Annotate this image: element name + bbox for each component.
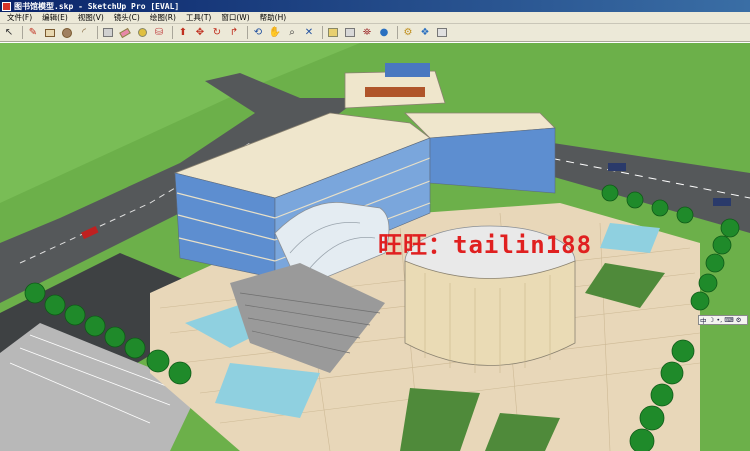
tree bbox=[676, 206, 694, 224]
toolbar-separator bbox=[247, 26, 248, 39]
tree bbox=[698, 273, 718, 293]
preview-google-earth-icon[interactable]: ⛯ bbox=[360, 26, 374, 40]
building-right-front bbox=[429, 127, 556, 194]
get-photo-texture-icon[interactable] bbox=[435, 26, 449, 40]
tree bbox=[601, 184, 619, 202]
tree bbox=[124, 337, 146, 359]
get-models-icon[interactable]: ● bbox=[377, 26, 391, 40]
toolbar-separator bbox=[172, 26, 173, 39]
sketchup-app-icon[interactable] bbox=[2, 1, 11, 11]
tree bbox=[705, 253, 725, 273]
tape-measure-icon[interactable] bbox=[135, 26, 149, 40]
car-dark bbox=[713, 198, 731, 206]
paint-bucket-icon[interactable]: ⛁ bbox=[152, 26, 166, 40]
tree bbox=[44, 294, 66, 316]
arc-icon[interactable]: ◜ bbox=[77, 26, 91, 40]
watermark-text: 旺旺：tailin188 bbox=[378, 231, 593, 259]
zoom-extents-icon[interactable]: ✕ bbox=[302, 26, 316, 40]
menu-view[interactable]: 视图(V) bbox=[74, 12, 110, 23]
menu-edit[interactable]: 编辑(E) bbox=[38, 12, 74, 23]
menu-tools[interactable]: 工具(T) bbox=[182, 12, 217, 23]
toolbar-separator bbox=[397, 26, 398, 39]
tree bbox=[690, 291, 710, 311]
tree bbox=[104, 326, 126, 348]
menu-camera[interactable]: 镜头(C) bbox=[110, 12, 146, 23]
eraser-icon[interactable] bbox=[118, 26, 132, 40]
tree bbox=[720, 218, 740, 238]
ime-mode-label[interactable]: 中 bbox=[700, 315, 707, 325]
tree bbox=[712, 235, 732, 255]
tree bbox=[660, 361, 684, 385]
tree bbox=[651, 199, 669, 217]
toolbar-separator bbox=[322, 26, 323, 39]
follow-me-icon[interactable]: ↱ bbox=[227, 26, 241, 40]
menu-help[interactable]: 帮助(H) bbox=[256, 12, 293, 23]
circle-icon[interactable] bbox=[60, 26, 74, 40]
toolbar: ↖ ✎ ◜ ⛁ ⬆ ✥ ↻ ↱ ⟲ ✋ ⌕ ✕ ⛯ ● ⚙ ❖ bbox=[0, 24, 750, 42]
orbit-icon[interactable]: ⟲ bbox=[251, 26, 265, 40]
tree bbox=[626, 191, 644, 209]
model-scene bbox=[0, 43, 750, 451]
menu-bar: 文件(F) 编辑(E) 视图(V) 镜头(C) 绘图(R) 工具(T) 窗口(W… bbox=[0, 12, 750, 24]
title-bar: 图书馆模型.skp - SketchUp Pro [EVAL] bbox=[0, 0, 750, 12]
tree bbox=[639, 405, 665, 431]
ime-language-bar[interactable]: 中 ☽ •, ⌨ ⚙ bbox=[698, 315, 748, 325]
tree bbox=[64, 304, 86, 326]
tree bbox=[629, 428, 655, 451]
pencil-icon[interactable]: ✎ bbox=[26, 26, 40, 40]
model-viewport[interactable]: 旺旺：tailin188 中 ☽ •, ⌨ ⚙ bbox=[0, 43, 750, 451]
menu-draw[interactable]: 绘图(R) bbox=[146, 12, 182, 23]
tree bbox=[671, 339, 695, 363]
ime-keyboard-icon[interactable]: ⌨ bbox=[724, 316, 733, 324]
window-title: 图书馆模型.skp - SketchUp Pro [EVAL] bbox=[14, 1, 180, 11]
pool-right bbox=[600, 223, 660, 253]
menu-file[interactable]: 文件(F) bbox=[3, 12, 38, 23]
select-icon[interactable]: ↖ bbox=[2, 26, 16, 40]
zoom-icon[interactable]: ⌕ bbox=[285, 26, 299, 40]
toolbar-separator bbox=[97, 26, 98, 39]
pan-icon[interactable]: ✋ bbox=[268, 26, 282, 40]
push-pull-icon[interactable]: ⬆ bbox=[176, 26, 190, 40]
rectangle-icon[interactable] bbox=[43, 26, 57, 40]
make-component-icon[interactable] bbox=[101, 26, 115, 40]
tree bbox=[168, 361, 192, 385]
toolbar-separator bbox=[22, 26, 23, 39]
ime-settings-icon[interactable]: ⚙ bbox=[736, 316, 742, 324]
tree bbox=[650, 383, 674, 407]
ime-moon-icon[interactable]: ☽ bbox=[709, 316, 715, 324]
share-component-icon[interactable]: ❖ bbox=[418, 26, 432, 40]
tree bbox=[84, 315, 106, 337]
rotate-icon[interactable]: ↻ bbox=[210, 26, 224, 40]
ime-punctuation-icon[interactable]: •, bbox=[716, 316, 722, 324]
car-dark bbox=[608, 163, 626, 171]
tower-glass bbox=[385, 63, 430, 77]
tree bbox=[24, 282, 46, 304]
tree bbox=[146, 349, 170, 373]
move-icon[interactable]: ✥ bbox=[193, 26, 207, 40]
share-model-icon[interactable]: ⚙ bbox=[401, 26, 415, 40]
menu-window[interactable]: 窗口(W) bbox=[217, 12, 255, 23]
toggle-terrain-icon[interactable] bbox=[343, 26, 357, 40]
add-location-icon[interactable] bbox=[326, 26, 340, 40]
